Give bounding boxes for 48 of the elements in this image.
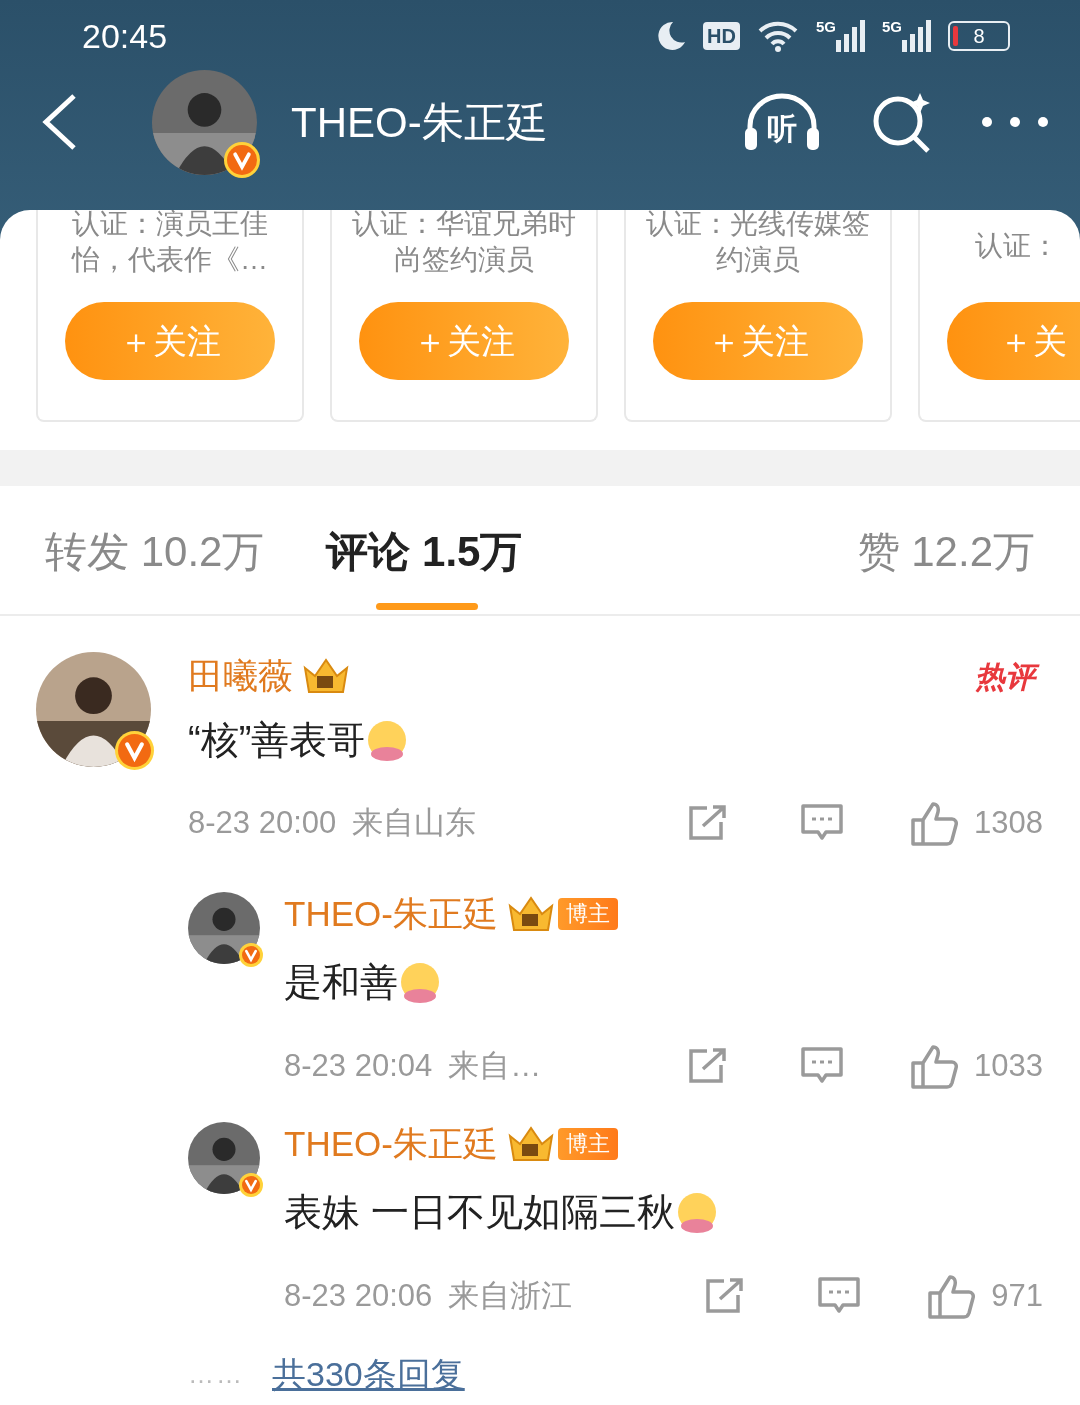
crown-icon: [301, 656, 351, 696]
signal-icon: [836, 20, 866, 52]
comment-time: 8-23 20:00: [188, 803, 337, 842]
tab[interactable]: 转发 10.2万: [45, 486, 265, 616]
follow-button[interactable]: ＋关: [947, 302, 1080, 380]
verification-text: 认证：光线传媒签约演员: [645, 210, 871, 277]
comment-location: 来自…: [448, 1046, 542, 1085]
comment-time: 8-23 20:06: [284, 1276, 433, 1315]
like-count: 1308: [974, 803, 1043, 842]
follow-button[interactable]: ＋关注: [65, 302, 275, 380]
tab[interactable]: 赞 12.2万: [857, 486, 1035, 616]
comment-time: 8-23 20:04: [284, 1046, 433, 1085]
profile-name: THEO-朱正廷: [291, 97, 548, 148]
comment-location: 来自山东: [352, 803, 477, 842]
signal-icon: [902, 20, 932, 52]
user-name: THEO-朱正廷: [284, 893, 498, 935]
more-replies-link[interactable]: 共330条回复: [272, 1349, 465, 1400]
comment-text: “核”善表哥: [188, 718, 366, 763]
comment-text: 是和善: [284, 960, 398, 1005]
follow-button[interactable]: ＋关注: [359, 302, 569, 380]
listen-button[interactable]: 听: [742, 90, 822, 154]
comment-icon[interactable]: [800, 1046, 845, 1086]
user-name: THEO-朱正廷: [284, 1123, 498, 1165]
network-label: 5G: [815, 20, 836, 34]
comment-location: 来自浙江: [448, 1276, 573, 1315]
thumbs-up-icon[interactable]: [910, 800, 959, 846]
emoji-icon: [398, 960, 442, 1004]
like-count: 971: [991, 1276, 1043, 1315]
hot-comment-label: 热评: [975, 653, 1043, 699]
like-count: 1033: [974, 1046, 1043, 1085]
blogger-tag: 博主: [557, 898, 618, 930]
thumbs-up-icon[interactable]: [927, 1273, 976, 1319]
comment-icon[interactable]: [800, 803, 845, 843]
blogger-tag: 博主: [557, 1128, 618, 1160]
follow-button[interactable]: ＋关注: [653, 302, 863, 380]
verification-text: 认证：演员王佳怡，代表作《…: [70, 210, 269, 277]
network-label: 5G: [882, 20, 902, 34]
battery-level: 8: [973, 26, 985, 46]
comment-icon[interactable]: [817, 1276, 862, 1316]
ellipsis-dots: ……: [188, 1358, 244, 1391]
tab[interactable]: 评论 1.5万: [326, 486, 523, 616]
verification-text: 认证：: [974, 229, 1060, 263]
status-time: 20:45: [82, 15, 168, 57]
thumbs-up-icon[interactable]: [910, 1043, 959, 1089]
hd-label: HD: [703, 22, 740, 50]
verification-text: 认证：华谊兄弟时尚签约演员: [351, 210, 577, 277]
user-name: 田曦薇: [188, 655, 293, 697]
comment-text: 表妹 一日不见如隔三秋: [284, 1190, 675, 1235]
